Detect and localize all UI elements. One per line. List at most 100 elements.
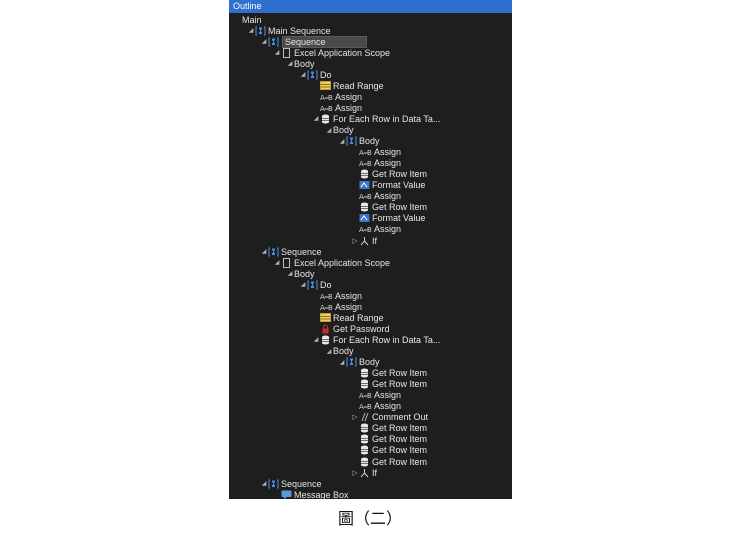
tree-item-label: Assign [335, 301, 363, 312]
tree-item[interactable]: ◢ Excel Application Scope [273, 47, 390, 58]
tree-item-label: Do [320, 279, 332, 290]
tree-item-label: Assign [374, 158, 402, 169]
collapse-arrow-icon[interactable]: ▷ [351, 467, 359, 478]
tree-item[interactable]: ◢ Do [299, 69, 332, 80]
tree-item[interactable]: ▷ Comment Out [351, 412, 428, 423]
tree-item[interactable]: Get Row Item [351, 169, 427, 180]
svg-text:B: B [367, 392, 372, 400]
tree-item-label: Assign [374, 390, 402, 401]
arrow-spacer [351, 434, 359, 445]
collapse-arrow-icon[interactable]: ▷ [351, 412, 359, 423]
tree-item[interactable]: Get Row Item [351, 202, 427, 213]
tree-item[interactable]: Format Value [351, 180, 425, 191]
expand-arrow-icon[interactable]: ◢ [247, 25, 255, 36]
document-icon [281, 257, 292, 268]
svg-text:B: B [328, 304, 333, 312]
tree-item[interactable]: A = B Assign [351, 401, 401, 412]
database-icon [359, 368, 370, 378]
svg-text:B: B [367, 193, 372, 201]
tree-item[interactable]: A = B Assign [312, 290, 362, 301]
tree-item[interactable]: Get Row Item [351, 423, 427, 434]
excel-range-icon [320, 80, 331, 91]
expand-arrow-icon[interactable]: ◢ [299, 69, 307, 80]
tree-item[interactable]: Get Row Item [351, 379, 427, 390]
tree-item[interactable]: Read Range [312, 80, 384, 91]
tree-item-label: Sequence [281, 246, 322, 257]
expand-arrow-icon[interactable]: ◢ [273, 47, 281, 58]
tree-item[interactable]: A = B Assign [312, 91, 362, 102]
expand-arrow-icon[interactable]: ◢ [260, 246, 268, 257]
tree-item[interactable]: A = B Assign [351, 224, 401, 235]
tree-item[interactable]: ▷ If [351, 235, 377, 246]
expand-arrow-icon[interactable]: ◢ [260, 478, 268, 489]
tree-item[interactable]: ◢ Excel Application Scope [273, 257, 390, 268]
tree-item-label: Sequence [282, 35, 367, 48]
database-icon [359, 457, 370, 467]
arrow-spacer [351, 423, 359, 434]
sequence-icon [255, 26, 266, 36]
expand-arrow-icon[interactable]: ◢ [338, 357, 346, 368]
sequence-icon [346, 136, 357, 146]
tree-item[interactable]: ◢ Sequence [260, 246, 322, 257]
assign-icon: A = B [359, 158, 372, 168]
expand-arrow-icon[interactable]: ◢ [286, 268, 294, 279]
database-icon [359, 169, 370, 179]
tree-item[interactable]: Get Row Item [351, 456, 427, 467]
expand-arrow-icon[interactable]: ◢ [338, 136, 346, 147]
tree-item[interactable]: A = B Assign [351, 158, 401, 169]
tree-item-label: Get Row Item [372, 202, 428, 213]
tree-item-label: Excel Application Scope [294, 47, 391, 58]
format-value-icon [359, 213, 370, 223]
tree-item[interactable]: Get Row Item [351, 368, 427, 379]
expand-arrow-icon[interactable]: ◢ [325, 346, 333, 357]
tree-item[interactable]: ◢ Body [286, 58, 315, 69]
tree-item-label: Get Row Item [372, 368, 428, 379]
tree-item[interactable]: A = B Assign [312, 102, 362, 113]
database-icon [359, 445, 370, 455]
tree-item[interactable]: ◢ For Each Row in Data Ta... [312, 334, 441, 345]
tree-item[interactable]: Read Range [312, 312, 384, 323]
tree-item[interactable]: Get Row Item [351, 434, 427, 445]
tree-item[interactable]: ◢ Sequence [260, 478, 322, 489]
expand-arrow-icon[interactable]: ◢ [325, 125, 333, 136]
format-value-icon [359, 180, 370, 190]
tree-item[interactable]: Format Value [351, 213, 425, 224]
sequence-icon [268, 37, 279, 47]
tree-item-label: For Each Row in Data Ta... [333, 334, 441, 345]
tree-item[interactable]: ◢ Body [325, 346, 354, 357]
tree-item[interactable]: Main [234, 14, 262, 25]
figure-caption: 圖（二） [337, 509, 402, 528]
tree-item[interactable]: ◢ Body [338, 136, 380, 147]
tree-item[interactable]: Get Password [312, 323, 390, 334]
tree-item[interactable]: Get Row Item [351, 445, 427, 456]
tree-item[interactable]: ◢ For Each Row in Data Ta... [312, 113, 441, 124]
expand-arrow-icon[interactable]: ◢ [260, 36, 268, 47]
expand-arrow-icon[interactable]: ◢ [312, 113, 320, 124]
arrow-spacer [351, 169, 359, 180]
arrow-spacer [312, 80, 320, 91]
tree-item[interactable]: ◢ Main Sequence [247, 25, 331, 36]
arrow-spacer [312, 290, 320, 301]
tree-item[interactable]: Message Box [273, 489, 349, 499]
tree-item-label: Sequence [281, 478, 322, 489]
tree-item[interactable]: A = B Assign [351, 191, 401, 202]
expand-arrow-icon[interactable]: ◢ [286, 58, 294, 69]
tree-item[interactable]: ◢ Body [325, 125, 354, 136]
tree-item[interactable]: A = B Assign [312, 301, 362, 312]
expand-arrow-icon[interactable]: ◢ [273, 257, 281, 268]
arrow-spacer [273, 489, 281, 499]
collapse-arrow-icon[interactable]: ▷ [351, 235, 359, 246]
tree-item[interactable]: ▷ If [351, 467, 377, 478]
svg-text:B: B [367, 403, 372, 411]
tree-item-label: Body [333, 346, 354, 356]
expand-arrow-icon[interactable]: ◢ [312, 334, 320, 345]
tree-item[interactable]: ◢ Do [299, 279, 332, 290]
arrow-spacer [351, 213, 359, 224]
tree-item[interactable]: ◢ Body [286, 268, 315, 279]
tree-item[interactable]: ◢ Body [338, 357, 380, 368]
expand-arrow-icon[interactable]: ◢ [299, 279, 307, 290]
tree-item[interactable]: A = B Assign [351, 390, 401, 401]
tree-item[interactable]: ◢ Sequence [260, 35, 367, 48]
tree-item[interactable]: A = B Assign [351, 147, 401, 158]
arrow-spacer [351, 401, 359, 412]
